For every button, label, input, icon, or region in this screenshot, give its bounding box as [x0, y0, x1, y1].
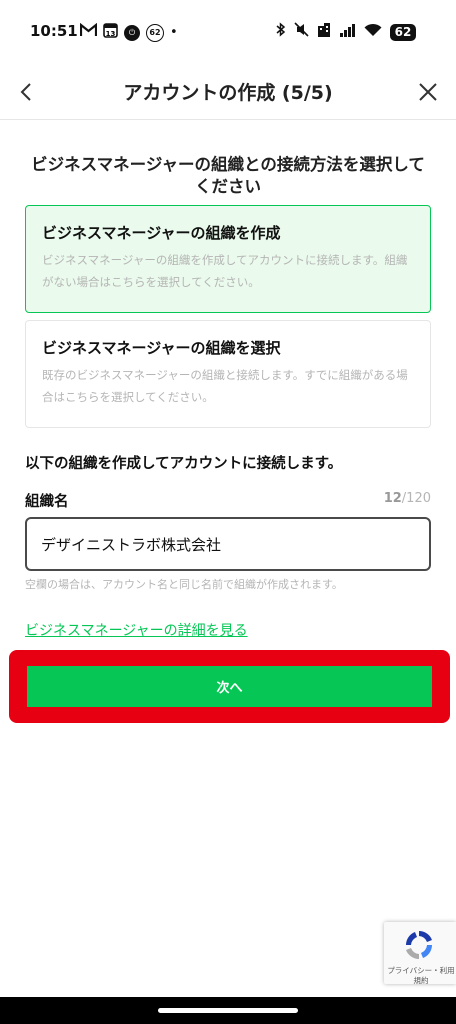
recaptcha-privacy-terms: プライバシー・利用規約: [387, 966, 455, 985]
page-title: アカウントの作成 (5/5): [123, 82, 333, 104]
building-icon: [317, 22, 331, 42]
dot-icon: •: [170, 25, 178, 40]
option-description: 既存のビジネスマネージャーの組織と接続します。すでに組織がある場合はこちらを選択…: [42, 368, 408, 404]
business-manager-details-link[interactable]: ビジネスマネージャーの詳細を見る: [25, 620, 248, 640]
option-select-organization[interactable]: ビジネスマネージャーの組織を選択 既存のビジネスマネージャーの組織と接続します。…: [25, 320, 431, 428]
battery-indicator: 62: [390, 23, 416, 41]
app-header: アカウントの作成 (5/5): [0, 64, 456, 120]
calendar-icon: 13: [103, 22, 118, 43]
character-count-current: 12: [383, 491, 402, 506]
home-handle[interactable]: [158, 1008, 298, 1013]
option-create-organization[interactable]: ビジネスマネージャーの組織を作成 ビジネスマネージャーの組織を作成してアカウント…: [25, 205, 431, 313]
org-name-helper-text: 空欄の場合は、アカウント名と同じ名前で組織が作成されます。: [25, 578, 343, 591]
character-count-max: /120: [401, 491, 431, 506]
bluetooth-icon: [276, 22, 286, 42]
gmail-icon: [79, 22, 98, 42]
connection-method-question: ビジネスマネージャーの組織との接続方法を選択してください: [31, 155, 425, 196]
system-navigation-bar: [0, 997, 456, 1024]
next-button[interactable]: 次へ: [27, 666, 432, 707]
close-button[interactable]: [414, 76, 442, 108]
status-notification-icons: 13 ⏻ 62 •: [79, 22, 178, 43]
timer-icon: ⏻: [124, 24, 140, 41]
option-title: ビジネスマネージャーの組織を選択: [42, 339, 281, 357]
org-name-input[interactable]: [25, 517, 431, 571]
chevron-left-icon: [20, 83, 31, 101]
svg-text:13: 13: [106, 30, 116, 38]
close-icon: [419, 83, 437, 101]
status-time: 10:51: [30, 22, 78, 40]
connect-instruction: 以下の組織を作成してアカウントに接続します。: [25, 456, 343, 472]
character-counter: 12/120: [384, 491, 431, 506]
badge-icon: 62: [146, 23, 164, 42]
status-system-icons: 62: [276, 22, 416, 42]
signal-icon: [339, 23, 356, 42]
recaptcha-badge[interactable]: プライバシー・利用規約: [384, 922, 456, 985]
option-title: ビジネスマネージャーの組織を作成: [42, 224, 281, 242]
mute-icon: [294, 22, 309, 42]
status-bar: 10:51 13 ⏻ 62 • 62: [0, 0, 456, 64]
back-button[interactable]: [12, 76, 40, 108]
option-description: ビジネスマネージャーの組織を作成してアカウントに接続します。組織がない場合はこち…: [42, 253, 408, 289]
org-name-label: 組織名: [25, 494, 69, 510]
recaptcha-icon: [406, 931, 432, 959]
wifi-icon: [364, 23, 382, 42]
